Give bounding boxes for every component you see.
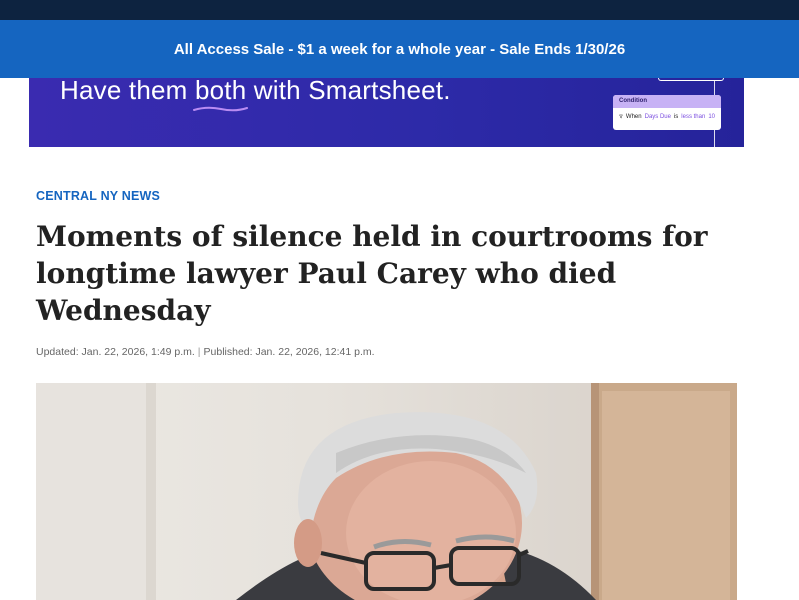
ad-headline: Have them both with Smartsheet. bbox=[60, 78, 451, 106]
article-timestamps: Updated: Jan. 22, 2026, 1:49 p.m. | Publis… bbox=[36, 346, 375, 358]
ad-condition-header: Condition bbox=[613, 95, 721, 108]
article-title: Moments of silence held in courtrooms fo… bbox=[36, 220, 708, 327]
article-category-link[interactable]: CENTRAL NY NEWS bbox=[36, 189, 160, 203]
ad-underline-swoosh bbox=[193, 106, 248, 112]
ad-condition-is: is bbox=[673, 113, 679, 120]
ad-condition-card: Condition When Days Due is less than 10 bbox=[613, 95, 721, 130]
article-lead-photo[interactable] bbox=[36, 383, 737, 600]
article-published-time: Published: Jan. 22, 2026, 12:41 p.m. bbox=[203, 346, 375, 358]
sale-banner[interactable]: All Access Sale - $1 a week for a whole … bbox=[0, 20, 799, 78]
filter-icon bbox=[619, 114, 623, 119]
ad-condition-value: 10 bbox=[708, 113, 715, 120]
timestamp-separator: | bbox=[197, 346, 201, 358]
ad-headline-emphasis: both bbox=[194, 78, 247, 105]
ad-condition-field: Days Due bbox=[644, 113, 671, 120]
article-updated-time: Updated: Jan. 22, 2026, 1:49 p.m. bbox=[36, 346, 195, 358]
ad-condition-when: When bbox=[625, 113, 642, 120]
ad-headline-prefix: Have them bbox=[60, 78, 195, 105]
ad-condition-body: When Days Due is less than 10 bbox=[613, 108, 721, 120]
ad-condition-operator: less than bbox=[681, 113, 706, 120]
ad-headline-suffix: with Smartsheet. bbox=[246, 78, 451, 105]
site-header-bar bbox=[0, 0, 799, 20]
sale-banner-text: All Access Sale - $1 a week for a whole … bbox=[173, 40, 626, 58]
photo-illustration bbox=[36, 383, 737, 600]
smartsheet-ad[interactable]: Have them both with Smartsheet. Conditio… bbox=[29, 78, 744, 147]
